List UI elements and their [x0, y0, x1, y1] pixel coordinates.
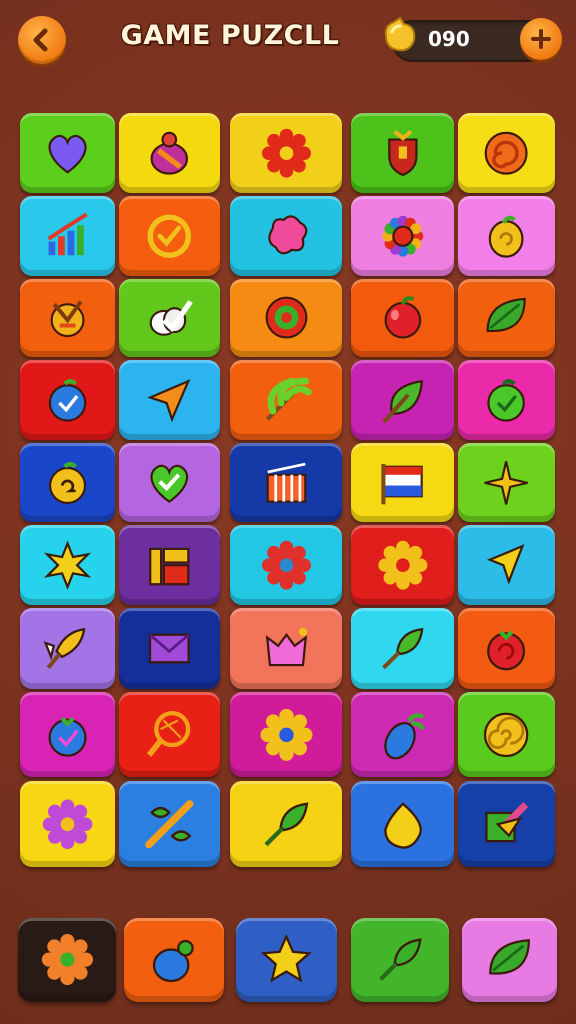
star-icon [260, 934, 313, 983]
leaf-icon [489, 939, 530, 976]
tile-tray [0, 0, 576, 1024]
tray-tile[interactable] [462, 918, 557, 1002]
tray-tile[interactable] [351, 918, 449, 1002]
green-arrow-icon [378, 938, 422, 982]
tray-tile[interactable] [124, 918, 224, 1002]
blue-berry-icon [152, 940, 194, 983]
gear-fruit-icon [41, 934, 93, 986]
tray-tile[interactable] [18, 918, 116, 1002]
tray-tile[interactable] [236, 918, 337, 1002]
